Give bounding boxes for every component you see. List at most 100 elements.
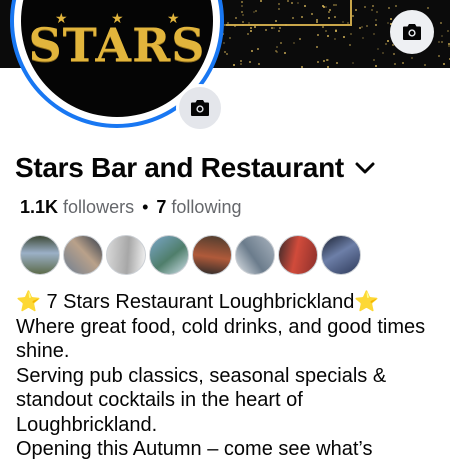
sparkle [239,59,242,62]
sparkle [387,40,390,42]
followers-count: 1.1K [20,197,59,217]
sparkle [326,35,329,38]
sparkle [370,9,373,12]
follower-avatar[interactable] [235,235,275,275]
sparkle [375,19,378,22]
following-count: 7 [156,197,167,217]
sparkle [374,65,377,68]
sparkle [283,52,286,55]
sparkle [390,18,393,21]
sparkle [274,20,277,23]
sparkle [265,28,268,31]
sparkle [326,65,329,68]
sparkle [322,25,325,28]
sparkle [257,48,260,51]
sparkle [438,40,441,43]
sparkle [225,53,228,56]
sparkle [277,30,280,33]
sparkle [301,66,304,68]
sparkle [251,49,253,52]
sparkle [355,8,358,11]
bio-line: Where great food, cold drinks, and good … [16,315,426,363]
bio-line: Opening this Autumn – come see what’s [16,438,373,460]
sparkle [324,6,327,9]
sparkle [279,27,282,30]
sparkle [335,30,338,33]
sparkle [385,43,388,46]
sparkle [401,62,404,65]
sparkle [242,20,245,23]
follower-avatar[interactable] [278,235,318,275]
sparkle [394,4,397,7]
sparkle [387,21,390,24]
edit-cover-photo-button[interactable] [390,10,434,54]
sparkle [258,62,261,65]
sparkle [315,46,318,49]
sparkle [280,41,283,44]
sparkle [292,41,295,44]
sparkle [335,61,338,64]
follower-avatar[interactable] [63,235,103,275]
sparkle [393,53,396,56]
sparkle [372,59,375,62]
followers-link[interactable]: 1.1K followers [20,197,134,217]
sparkle [388,7,390,10]
sparkle [326,58,329,61]
sparkle [381,52,384,55]
follower-avatar[interactable] [20,235,60,275]
sparkle [377,48,380,51]
sparkle [349,33,352,36]
sparkle [240,4,243,7]
sparkle [275,45,278,48]
sparkle [286,0,289,2]
sparkle [310,12,313,15]
sparkle [364,5,367,8]
following-label: following [171,197,242,217]
sparkle [298,37,301,40]
followers-label: followers [63,197,135,217]
sparkle [334,15,337,18]
sparkle [439,22,442,25]
sparkle [437,54,440,57]
sparkle [362,36,365,39]
sparkle [246,32,249,35]
following-link[interactable]: 7 following [156,197,241,217]
sparkle [240,62,243,65]
sparkle [233,63,236,66]
sparkle [442,63,445,66]
sparkle [222,42,225,45]
chevron-down-icon[interactable] [354,157,376,179]
sparkle [327,10,330,13]
bio-title: 7 Stars Restaurant Loughbrickland [40,291,355,313]
follower-avatar[interactable] [149,235,189,275]
sparkle [343,35,346,38]
camera-icon [191,100,209,116]
sparkle [375,24,378,27]
edit-profile-picture-button[interactable] [176,84,224,132]
sparkle [228,36,231,39]
sparkle [365,25,368,28]
sparkle [250,26,253,29]
sparkle [284,23,287,26]
sparkle [440,34,443,37]
sparkle [351,14,354,17]
sparkle [272,26,275,29]
sparkle [441,41,444,44]
follower-avatar[interactable] [106,235,146,275]
follower-avatar[interactable] [321,235,361,275]
sparkle [411,57,414,60]
camera-icon [403,24,421,40]
page-name-row[interactable]: Stars Bar and Restaurant [15,152,376,184]
logo-text: STARS [28,18,206,72]
follower-avatar[interactable] [192,235,232,275]
sparkle [361,26,364,29]
bio-line: Serving pub classics, seasonal specials … [16,364,387,436]
sparkle [446,30,449,33]
page-name: Stars Bar and Restaurant [15,152,344,183]
sparkle [424,64,427,67]
sparkle [300,15,303,18]
sparkle [317,60,320,63]
sparkle [254,25,257,28]
sparkle [254,10,257,12]
sparkle [249,30,252,33]
